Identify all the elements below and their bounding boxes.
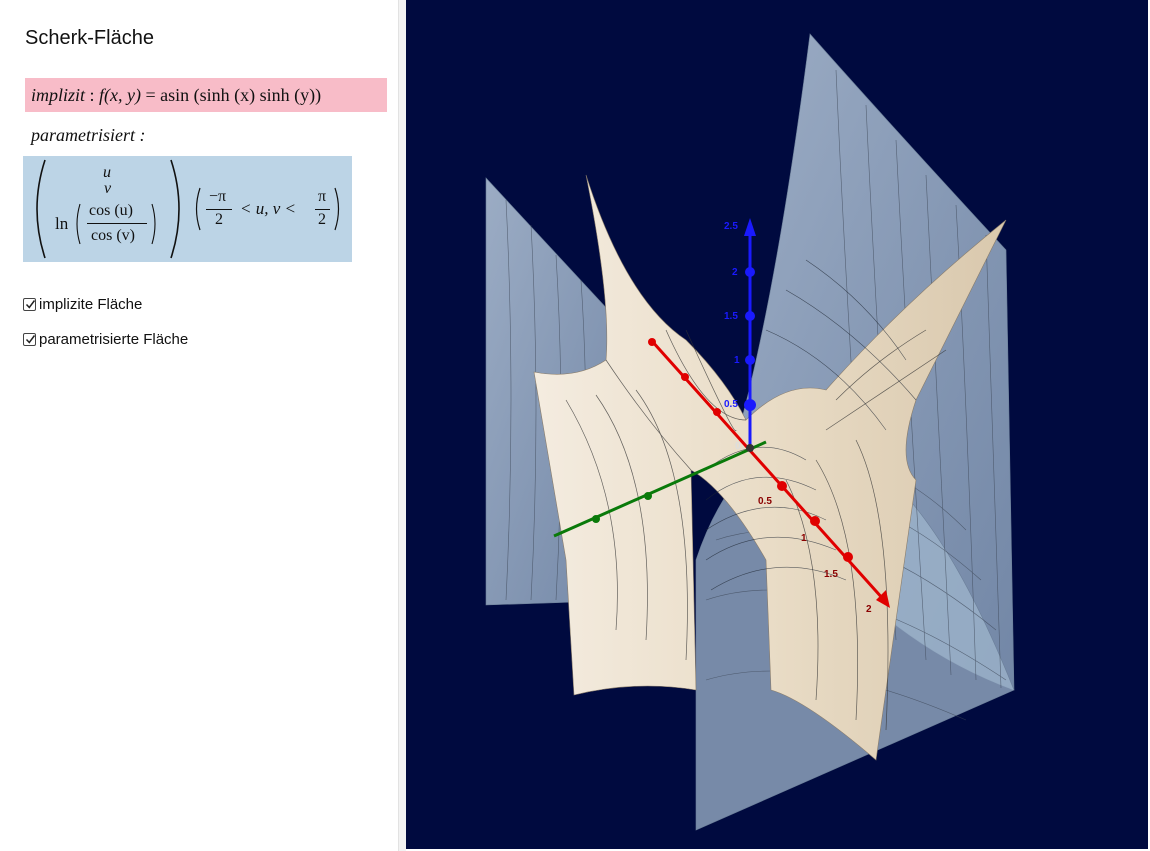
condition-right-num: π bbox=[318, 188, 327, 205]
checkbox-label: implizite Fläche bbox=[39, 296, 143, 313]
checkbox-implicit-surface[interactable]: implizite Fläche bbox=[23, 296, 142, 313]
checkbox-icon[interactable] bbox=[23, 298, 36, 311]
fraction-numerator: cos (u) bbox=[89, 202, 133, 219]
x-tick-label: 2 bbox=[866, 604, 872, 615]
fraction-bar bbox=[87, 223, 147, 224]
x-tick-label: 0.5 bbox=[758, 496, 772, 507]
implicit-arg: (sinh (x) sinh (y)) bbox=[193, 85, 322, 105]
checkbox-parametric-surface[interactable]: parametrisierte Fläche bbox=[23, 331, 188, 348]
implicit-lhs: f(x, y) bbox=[99, 85, 141, 105]
z-tick-label: 2 bbox=[732, 267, 738, 278]
z-tick-label: 2.5 bbox=[724, 221, 738, 232]
z-tick-label: 0.5 bbox=[724, 399, 738, 410]
z-tick-label: 1.5 bbox=[724, 311, 738, 322]
vector-row-v: v bbox=[104, 180, 112, 197]
implicit-label: implizit bbox=[31, 85, 86, 105]
page-title: Scherk-Fläche bbox=[25, 27, 154, 49]
condition-left-den: 2 bbox=[215, 211, 223, 228]
algebra-panel: Scherk-Fläche implizit : f(x, y) = asin … bbox=[0, 0, 398, 851]
checkbox-label: parametrisierte Fläche bbox=[39, 331, 189, 348]
colon: : bbox=[85, 85, 100, 105]
implicit-func: asin bbox=[160, 85, 190, 105]
fraction-denominator: cos (v) bbox=[91, 227, 135, 244]
z-tick-label: 1 bbox=[734, 355, 740, 366]
scherk-surface-render[interactable]: 2.5 2 1.5 1 0.5 0 0.5 1 1.5 2 bbox=[406, 0, 1148, 849]
equals-sign: = bbox=[141, 85, 161, 105]
panel-divider[interactable] bbox=[398, 0, 406, 851]
z-axis-arrow bbox=[744, 218, 756, 236]
condition-left-num: −π bbox=[209, 188, 227, 205]
parametric-formula[interactable]: u v ln cos (u) cos (v) −π 2 < u, v < π 2 bbox=[23, 156, 352, 262]
condition-left-bar bbox=[206, 209, 232, 210]
parametric-label: parametrisiert : bbox=[31, 125, 146, 145]
implicit-formula[interactable]: implizit : f(x, y) = asin (sinh (x) sinh… bbox=[25, 78, 387, 112]
condition-right-bar bbox=[315, 209, 330, 210]
checkbox-icon[interactable] bbox=[23, 333, 36, 346]
condition-middle: < u, v < bbox=[240, 199, 296, 218]
ln-function: ln bbox=[55, 214, 69, 233]
x-tick-label: 1.5 bbox=[824, 569, 838, 580]
condition-right-den: 2 bbox=[318, 211, 326, 228]
x-tick-label: 1 bbox=[801, 533, 807, 544]
big-parens bbox=[36, 159, 340, 259]
origin-label: 0 bbox=[735, 441, 741, 452]
graphics-3d-view[interactable]: 2.5 2 1.5 1 0.5 0 0.5 1 1.5 2 bbox=[406, 0, 1148, 849]
origin-point bbox=[746, 444, 754, 452]
